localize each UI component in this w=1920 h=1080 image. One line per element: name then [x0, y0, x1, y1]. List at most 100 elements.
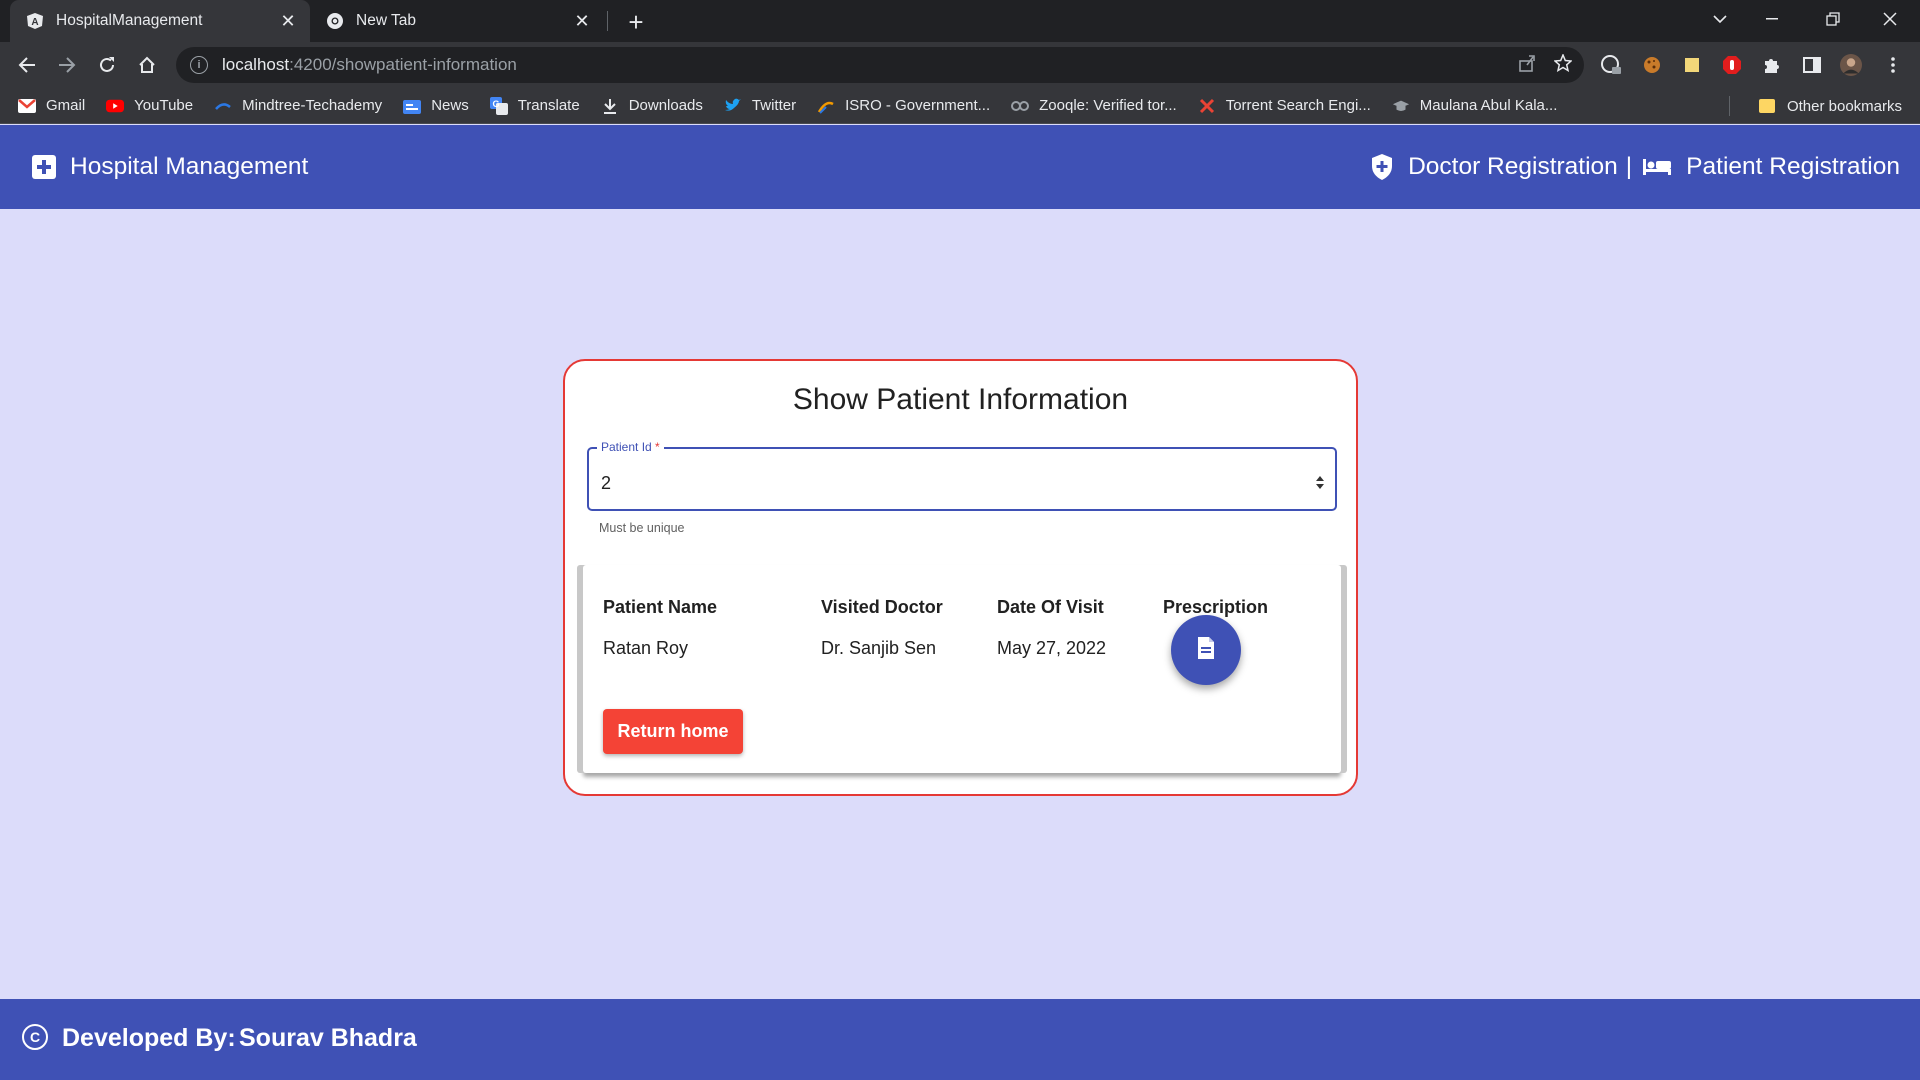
browser-toolbar: i localhost:4200/showpatient-information	[0, 42, 1920, 88]
patient-id-field[interactable]: Patient Id *	[587, 440, 1337, 511]
patient-id-input[interactable]	[601, 473, 1281, 494]
torrent-icon	[1198, 97, 1216, 115]
required-mark: *	[655, 440, 660, 454]
new-tab-button[interactable]: +	[622, 7, 650, 37]
patient-details-table: Patient Name Visited Doctor Date Of Visi…	[583, 565, 1341, 773]
bookmark-label: Downloads	[628, 97, 703, 114]
header-visited-doctor: Visited Doctor	[821, 597, 943, 617]
copyright-icon: C	[22, 1024, 48, 1050]
mindtree-icon	[214, 97, 232, 115]
close-window-icon[interactable]	[1870, 0, 1910, 38]
twitter-icon	[724, 97, 742, 115]
header-nav: Doctor Registration | Patient Registrati…	[1370, 153, 1900, 181]
forward-arrow-icon[interactable]	[53, 51, 81, 79]
cell-date-of-visit: May 27, 2022	[997, 638, 1107, 658]
bookmark-label: Zooqle: Verified tor...	[1039, 97, 1177, 114]
menu-dots-icon[interactable]	[1882, 54, 1904, 76]
tab-separator	[607, 11, 608, 31]
patient-id-label: Patient Id *	[597, 440, 664, 454]
page-title: Show Patient Information	[792, 383, 1129, 416]
notes-extension-icon[interactable]	[1681, 54, 1703, 76]
bookmark-torrent-search[interactable]: Torrent Search Engi...	[1198, 97, 1371, 115]
gmail-icon	[18, 97, 36, 115]
nav-divider: |	[1625, 153, 1633, 180]
bookmark-label: ISRO - Government...	[845, 97, 991, 114]
adblock-hand-icon[interactable]	[1721, 54, 1743, 76]
number-spinner-icon[interactable]	[1315, 476, 1325, 490]
graduation-cap-icon	[1392, 97, 1410, 115]
bookmark-label: Maulana Abul Kala...	[1419, 97, 1558, 114]
home-icon[interactable]	[133, 51, 161, 79]
angular-icon: A	[26, 12, 44, 30]
header-date-of-visit: Date Of Visit	[997, 597, 1104, 617]
app-footer: C Developed By: Sourav Bhadra	[0, 999, 1920, 1080]
close-tab-icon[interactable]: ✕	[572, 11, 592, 31]
cell-visited-doctor: Dr. Sanjib Sen	[821, 638, 937, 658]
bookmark-downloads[interactable]: Downloads	[601, 97, 703, 115]
other-bookmarks[interactable]: Other bookmarks	[1758, 88, 1902, 124]
side-panel-icon[interactable]	[1801, 54, 1823, 76]
bookmark-gmail[interactable]: Gmail	[18, 97, 85, 115]
profile-avatar-icon[interactable]	[1840, 54, 1862, 76]
share-icon[interactable]	[1518, 54, 1536, 77]
bookmark-maulana-abul-kalam[interactable]: Maulana Abul Kala...	[1392, 97, 1558, 115]
google-translate-icon: G	[489, 96, 508, 115]
bookmark-label: YouTube	[134, 97, 194, 114]
brand[interactable]: Hospital Management	[32, 153, 308, 181]
bookmark-isro[interactable]: ISRO - Government...	[817, 97, 990, 115]
shield-plus-icon	[1370, 153, 1394, 181]
address-bar[interactable]: i localhost:4200/showpatient-information	[176, 47, 1584, 83]
bed-icon	[1642, 157, 1672, 177]
bookmark-label: Gmail	[46, 97, 86, 114]
nav-patient-registration[interactable]: Patient Registration	[1642, 153, 1900, 181]
bookmark-label: Twitter	[751, 97, 797, 114]
document-icon	[1196, 636, 1216, 665]
bookmark-separator	[1729, 96, 1730, 116]
brand-title: Hospital Management	[70, 153, 309, 180]
bookmark-label: Torrent Search Engi...	[1225, 97, 1371, 114]
bookmark-zooqle[interactable]: Zooqle: Verified tor...	[1011, 97, 1177, 115]
extension-1-icon[interactable]	[1600, 54, 1622, 76]
bookmark-twitter[interactable]: Twitter	[724, 97, 796, 115]
svg-text:A: A	[31, 17, 38, 28]
return-home-button[interactable]: Return home	[603, 709, 743, 754]
bookmark-mindtree[interactable]: Mindtree-Techademy	[214, 97, 382, 115]
bookmark-translate[interactable]: G Translate	[489, 96, 580, 115]
developed-by-label: Developed By:	[62, 1024, 236, 1052]
bookmark-star-icon[interactable]	[1553, 53, 1573, 77]
hospital-cross-icon	[32, 155, 56, 179]
svg-text:G: G	[492, 99, 499, 109]
back-arrow-icon[interactable]	[13, 51, 41, 79]
bookmark-news[interactable]: News	[403, 97, 469, 115]
nav-doctor-registration[interactable]: Doctor Registration	[1370, 153, 1618, 181]
restore-icon[interactable]	[1813, 0, 1853, 38]
url-host: localhost	[222, 55, 290, 74]
patient-info-card: Show Patient Information Patient Id * Mu…	[563, 359, 1358, 796]
tab-title: HospitalManagement	[56, 12, 203, 29]
zooqle-icon	[1011, 97, 1030, 115]
chrome-icon	[326, 12, 344, 30]
tab-hospital-management[interactable]: A HospitalManagement ✕	[10, 0, 310, 42]
google-news-icon	[403, 97, 422, 115]
bookmark-label: News	[431, 97, 469, 114]
tab-new-tab[interactable]: New Tab ✕	[314, 0, 604, 42]
other-bookmarks-label: Other bookmarks	[1786, 97, 1902, 115]
patient-id-hint: Must be unique	[599, 521, 685, 535]
reload-icon[interactable]	[93, 51, 121, 79]
extensions-puzzle-icon[interactable]	[1761, 54, 1783, 76]
cookie-icon[interactable]	[1641, 54, 1663, 76]
browser-tab-strip: A HospitalManagement ✕ New Tab ✕ +	[0, 0, 1920, 42]
isro-icon	[817, 97, 835, 115]
header-patient-name: Patient Name	[603, 597, 718, 617]
download-icon	[601, 97, 619, 115]
prescription-button[interactable]	[1171, 615, 1241, 685]
tab-title: New Tab	[356, 12, 417, 29]
youtube-icon	[106, 97, 125, 115]
site-info-icon[interactable]: i	[190, 56, 208, 74]
close-tab-icon[interactable]: ✕	[278, 11, 298, 31]
minimize-icon[interactable]	[1752, 0, 1792, 38]
bookmark-youtube[interactable]: YouTube	[106, 97, 193, 115]
header-prescription: Prescription	[1163, 597, 1269, 617]
tab-search-icon[interactable]	[1700, 0, 1740, 38]
url-path: :4200/showpatient-information	[289, 55, 517, 74]
